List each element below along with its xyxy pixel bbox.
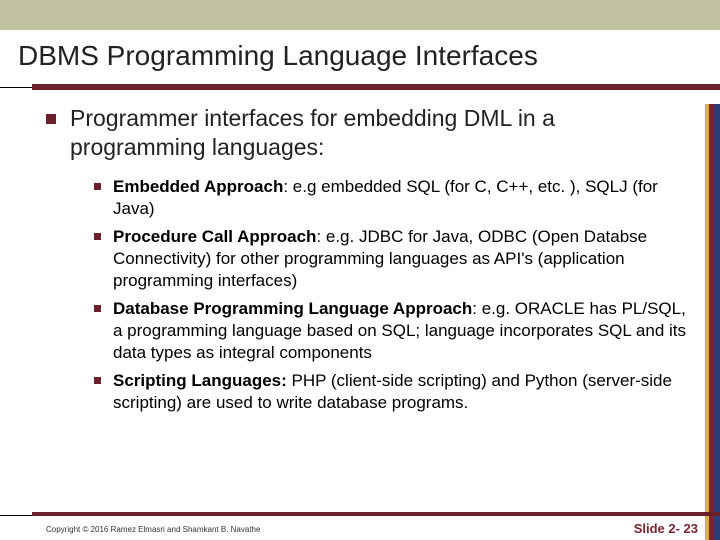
bullet-level2: Database Programming Language Approach: … <box>94 298 688 364</box>
main-point-text: Programmer interfaces for embedding DML … <box>70 104 688 162</box>
sub-point-text: Scripting Languages: PHP (client-side sc… <box>113 370 688 414</box>
sub-point-bold: Scripting Languages: <box>113 371 287 390</box>
body: Programmer interfaces for embedding DML … <box>0 104 720 414</box>
sub-point-bold: Embedded Approach <box>113 177 283 196</box>
bullet-level2: Procedure Call Approach: e.g. JDBC for J… <box>94 226 688 292</box>
square-bullet-icon <box>94 183 101 190</box>
footer-rule <box>0 512 720 516</box>
sub-bullet-list: Embedded Approach: e.g embedded SQL (for… <box>46 176 688 415</box>
bullet-level2: Embedded Approach: e.g embedded SQL (for… <box>94 176 688 220</box>
slide-title: DBMS Programming Language Interfaces <box>18 40 702 72</box>
sub-point-text: Embedded Approach: e.g embedded SQL (for… <box>113 176 688 220</box>
title-area: DBMS Programming Language Interfaces <box>0 30 720 84</box>
slide: DBMS Programming Language Interfaces Pro… <box>0 0 720 540</box>
square-bullet-icon <box>94 233 101 240</box>
square-bullet-icon <box>94 377 101 384</box>
copyright-text: Copyright © 2016 Ramez Elmasri and Shamk… <box>46 525 260 534</box>
sub-point-bold: Database Programming Language Approach <box>113 299 472 318</box>
square-bullet-icon <box>94 305 101 312</box>
square-bullet-icon <box>46 114 56 124</box>
content-area: Programmer interfaces for embedding DML … <box>0 104 720 540</box>
bullet-level2: Scripting Languages: PHP (client-side sc… <box>94 370 688 414</box>
sub-point-text: Procedure Call Approach: e.g. JDBC for J… <box>113 226 688 292</box>
bullet-level1: Programmer interfaces for embedding DML … <box>46 104 688 162</box>
title-rule <box>0 84 720 90</box>
sub-point-text: Database Programming Language Approach: … <box>113 298 688 364</box>
side-stripe <box>706 104 720 540</box>
slide-number: Slide 2- 23 <box>634 521 698 536</box>
top-band <box>0 0 720 30</box>
sub-point-bold: Procedure Call Approach <box>113 227 316 246</box>
